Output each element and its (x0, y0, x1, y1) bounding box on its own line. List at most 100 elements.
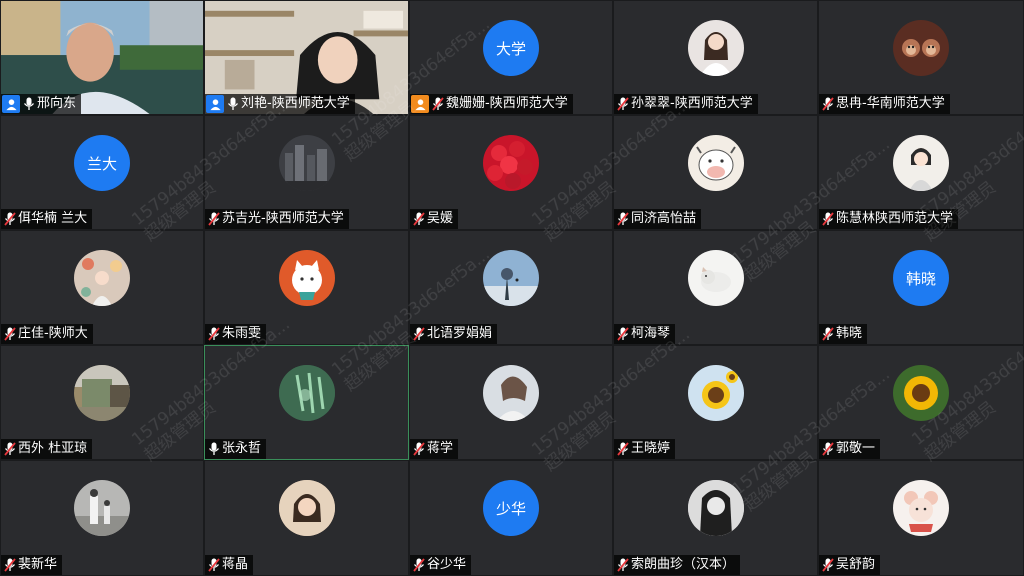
microphone-muted-icon (819, 212, 834, 226)
participant-name: 西外 杜亚琼 (18, 441, 88, 456)
video-grid: 邢向东 刘艳-陕西师范大学 大学 魏姗姗-陕西师范大学 孙翠翠-陕西师范大学 思冉-华南师… (0, 0, 1024, 576)
microphone-muted-icon (410, 212, 425, 226)
participant-avatar (74, 365, 130, 421)
person-icon (411, 95, 429, 113)
participant-tile[interactable]: 吴舒韵 (818, 460, 1024, 576)
name-bar: 佴华楠 兰大 (1, 209, 93, 229)
name-bar: 魏姗姗-陕西师范大学 (410, 94, 573, 114)
participant-name: 蒋晶 (222, 557, 249, 572)
name-bar: 刘艳-陕西师范大学 (205, 94, 355, 114)
participant-tile[interactable]: 吴媛 (409, 115, 613, 230)
participant-tile[interactable]: 王晓婷 (613, 345, 818, 460)
participant-avatar (687, 20, 744, 76)
participant-tile[interactable]: 同济高怡喆 (613, 115, 818, 230)
participant-avatar (278, 365, 335, 421)
name-bar: 西外 杜亚琼 (1, 439, 93, 459)
microphone-muted-icon (614, 212, 629, 226)
name-bar: 北语罗娟娟 (410, 324, 498, 344)
participant-name: 蒋学 (427, 441, 454, 456)
participant-tile[interactable]: 朱雨雯 (204, 230, 409, 345)
participant-name: 刘艳-陕西师范大学 (241, 96, 350, 111)
microphone-muted-icon (819, 97, 834, 111)
participant-avatar (893, 20, 949, 76)
participant-tile[interactable]: 蒋晶 (204, 460, 409, 576)
name-bar: 蒋学 (410, 439, 459, 459)
participant-name: 北语罗娟娟 (427, 326, 493, 341)
participant-tile[interactable]: 北语罗娟娟 (409, 230, 613, 345)
participant-tile[interactable]: 刘艳-陕西师范大学 (204, 0, 409, 115)
microphone-muted-icon (614, 327, 629, 341)
participant-avatar (687, 365, 744, 421)
name-bar: 吴媛 (410, 209, 459, 229)
name-bar: 王晓婷 (614, 439, 676, 459)
name-bar: 张永哲 (205, 439, 267, 459)
participant-tile[interactable]: 韩晓 韩晓 (818, 230, 1024, 345)
participant-avatar (893, 365, 949, 421)
participant-avatar: 大学 (483, 20, 539, 76)
microphone-icon (224, 97, 239, 111)
participant-tile[interactable]: 兰大佴华楠 兰大 (0, 115, 204, 230)
participant-tile[interactable]: 裴新华 (0, 460, 204, 576)
participant-tile[interactable]: 庄佳-陕师大 (0, 230, 204, 345)
microphone-muted-icon (819, 327, 834, 341)
participant-tile[interactable]: 孙翠翠-陕西师范大学 (613, 0, 818, 115)
participant-tile[interactable]: 大学魏姗姗-陕西师范大学 (409, 0, 613, 115)
participant-name: 庄佳-陕师大 (18, 326, 88, 341)
participant-name: 索朗曲珍（汉本） (631, 557, 736, 572)
microphone-muted-icon (1, 442, 16, 456)
participant-avatar: 韩晓 (893, 250, 949, 306)
microphone-muted-icon (205, 558, 220, 572)
participant-avatar (483, 250, 539, 306)
participant-tile[interactable]: 索朗曲珍（汉本） (613, 460, 818, 576)
participant-name: 韩晓 (836, 326, 863, 341)
participant-tile[interactable]: 蒋学 (409, 345, 613, 460)
participant-tile[interactable]: 西外 杜亚琼 (0, 345, 204, 460)
participant-avatar (74, 250, 130, 306)
participant-avatar (893, 135, 949, 191)
participant-avatar: 兰大 (74, 135, 130, 191)
participant-name: 魏姗姗-陕西师范大学 (446, 96, 568, 111)
microphone-icon (205, 442, 220, 456)
microphone-muted-icon (819, 558, 834, 572)
name-bar: 索朗曲珍（汉本） (614, 555, 741, 575)
participant-tile[interactable]: 郭敬一 (818, 345, 1024, 460)
name-bar: 思冉-华南师范大学 (819, 94, 950, 114)
microphone-muted-icon (614, 442, 629, 456)
name-bar: 苏吉光-陕西师范大学 (205, 209, 349, 229)
participant-avatar: 少华 (483, 480, 539, 536)
name-bar: 蒋晶 (205, 555, 254, 575)
name-bar: 郭敬一 (819, 439, 881, 459)
participant-name: 王晓婷 (631, 441, 671, 456)
participant-avatar (74, 480, 130, 536)
participant-name: 吴舒韵 (836, 557, 876, 572)
participant-tile[interactable]: 思冉-华南师范大学 (818, 0, 1024, 115)
participant-name: 佴华楠 兰大 (18, 211, 88, 226)
participant-tile[interactable]: 邢向东 (0, 0, 204, 115)
person-icon (206, 95, 224, 113)
participant-avatar (278, 250, 335, 306)
participant-tile[interactable]: 苏吉光-陕西师范大学 (204, 115, 409, 230)
participant-name: 郭敬一 (836, 441, 876, 456)
participant-name: 张永哲 (222, 441, 262, 456)
participant-name: 裴新华 (18, 557, 58, 572)
name-bar: 庄佳-陕师大 (1, 324, 93, 344)
microphone-muted-icon (1, 558, 16, 572)
participant-avatar (483, 135, 539, 191)
microphone-muted-icon (410, 327, 425, 341)
participant-tile[interactable]: 陈慧林陕西师范大学 (818, 115, 1024, 230)
participant-name: 朱雨雯 (222, 326, 262, 341)
microphone-muted-icon (410, 442, 425, 456)
participant-name: 谷少华 (427, 557, 467, 572)
name-bar: 谷少华 (410, 555, 472, 575)
microphone-muted-icon (205, 327, 220, 341)
participant-tile[interactable]: 张永哲 (204, 345, 409, 460)
microphone-muted-icon (429, 97, 444, 111)
person-icon (2, 95, 20, 113)
name-bar: 柯海琴 (614, 324, 676, 344)
microphone-icon (20, 97, 35, 111)
participant-tile[interactable]: 柯海琴 (613, 230, 818, 345)
participant-tile[interactable]: 少华谷少华 (409, 460, 613, 576)
microphone-muted-icon (614, 558, 629, 572)
microphone-muted-icon (410, 558, 425, 572)
participant-name: 苏吉光-陕西师范大学 (222, 211, 344, 226)
